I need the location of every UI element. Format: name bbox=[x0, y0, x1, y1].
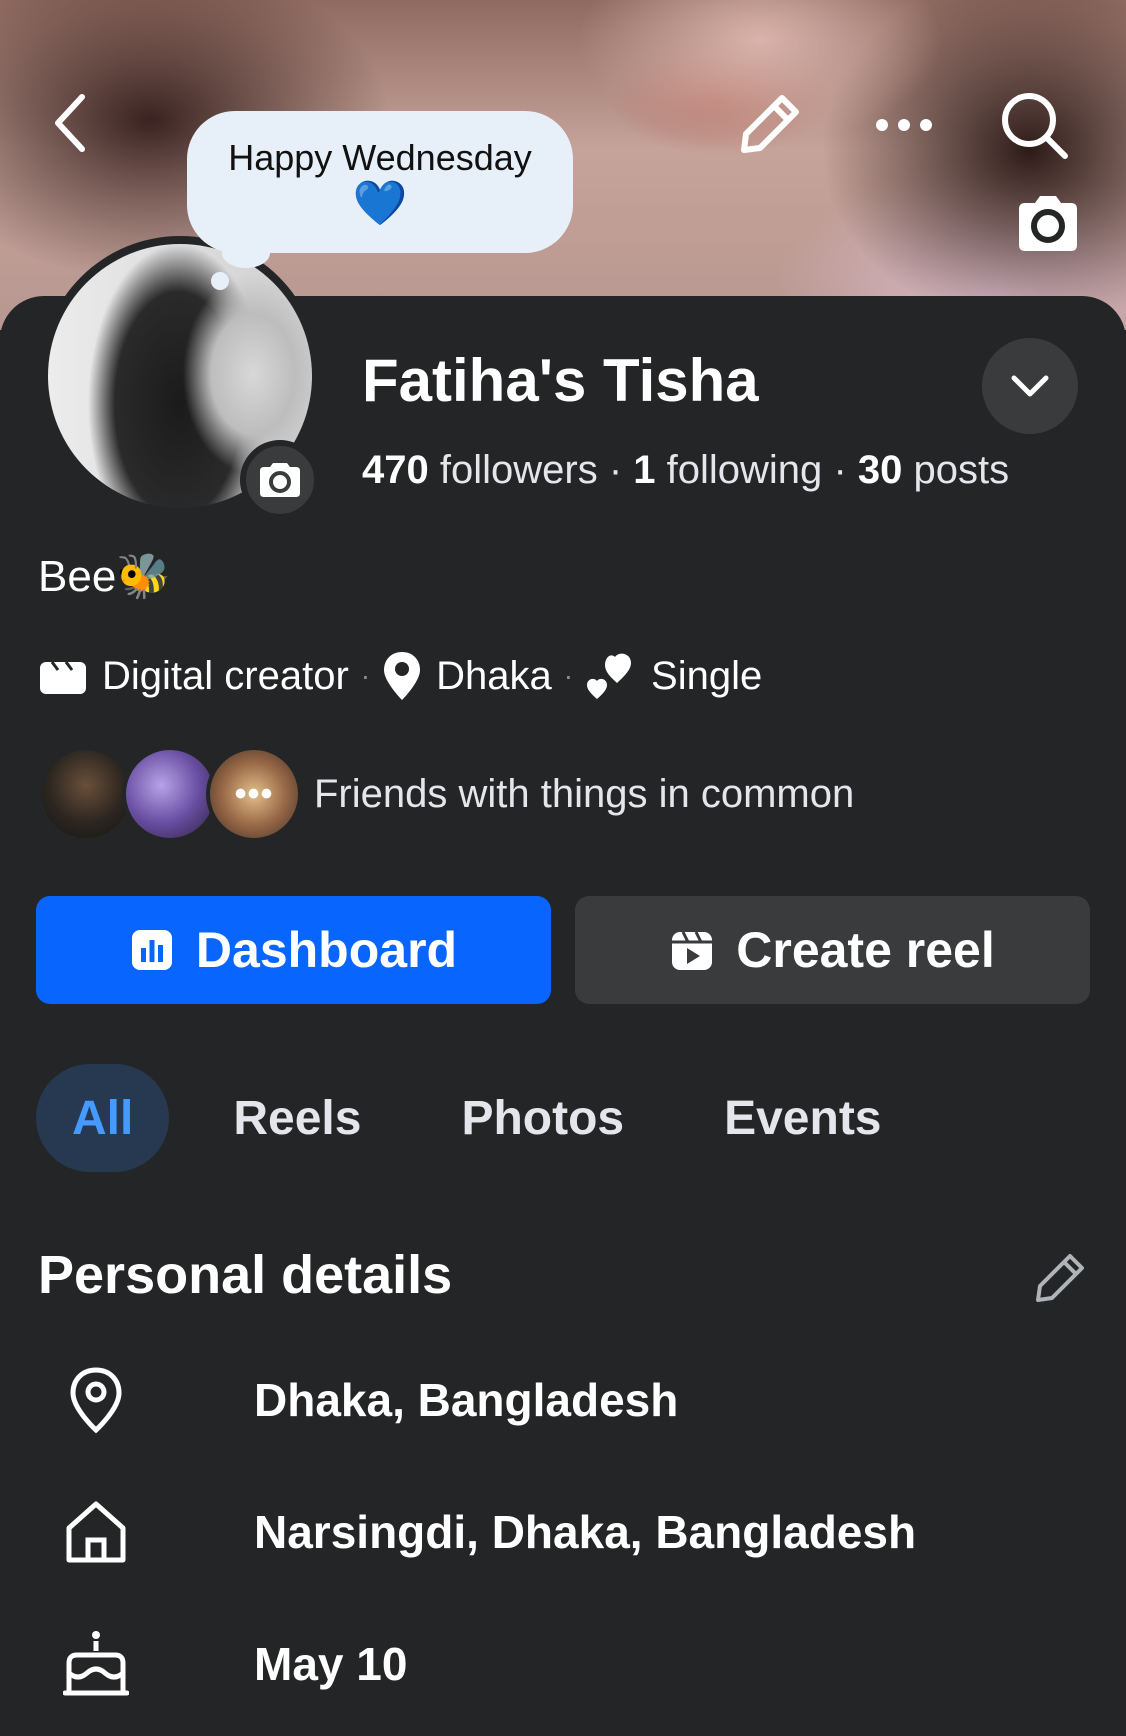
clapperboard-icon bbox=[40, 661, 86, 694]
tab-all[interactable]: All bbox=[36, 1064, 170, 1172]
followers-count: 470 bbox=[362, 448, 429, 492]
following-label: following bbox=[666, 448, 823, 492]
camera-icon bbox=[260, 463, 300, 497]
pencil-icon bbox=[741, 95, 799, 153]
friend-avatar bbox=[122, 746, 218, 842]
relationship-item: Single bbox=[585, 651, 762, 701]
meta-separator: · bbox=[360, 660, 371, 691]
detail-text: Dhaka, Bangladesh bbox=[254, 1374, 679, 1426]
stats-separator: · bbox=[608, 448, 634, 492]
category-item: Digital creator bbox=[38, 654, 349, 699]
profile-bio: Bee🐝 bbox=[38, 552, 172, 601]
posts-count-group: 30 posts bbox=[858, 448, 1009, 492]
edit-profile-button[interactable] bbox=[735, 86, 805, 162]
tab-events[interactable]: Events bbox=[688, 1064, 917, 1172]
detail-current-city: Dhaka, Bangladesh bbox=[60, 1360, 678, 1440]
friend-avatar: ••• bbox=[206, 746, 302, 842]
dashboard-chart-icon bbox=[131, 930, 172, 970]
note-text: Happy Wednesday bbox=[228, 137, 532, 178]
chevron-left-icon bbox=[55, 94, 85, 152]
more-dots-icon bbox=[876, 119, 932, 131]
relationship-text: Single bbox=[651, 653, 763, 698]
location-pin-icon bbox=[384, 652, 421, 700]
chevron-down-icon bbox=[1011, 375, 1049, 397]
friends-overflow-dots: ••• bbox=[234, 774, 274, 813]
mutual-friends-row[interactable]: ••• Friends with things in common bbox=[38, 746, 854, 842]
camera-icon bbox=[1019, 196, 1077, 251]
tab-reels[interactable]: Reels bbox=[197, 1064, 397, 1172]
more-options-button[interactable] bbox=[868, 100, 940, 150]
note-bubble-tail-dot bbox=[211, 272, 229, 290]
stats-separator: · bbox=[833, 448, 858, 492]
edit-cover-photo-button[interactable] bbox=[1013, 193, 1083, 253]
create-reel-button[interactable]: Create reel bbox=[575, 896, 1090, 1004]
profile-intro-meta: Digital creator · Dhaka · Single bbox=[38, 648, 762, 704]
note-emoji: 💙 bbox=[352, 179, 408, 228]
search-button[interactable] bbox=[995, 86, 1075, 166]
back-button[interactable] bbox=[40, 88, 100, 158]
profile-note[interactable]: Happy Wednesday 💙 bbox=[187, 111, 573, 253]
following-link[interactable]: 1 following bbox=[633, 448, 822, 492]
pencil-icon bbox=[1036, 1254, 1084, 1302]
edit-personal-details-button[interactable] bbox=[1030, 1248, 1090, 1308]
friend-avatar bbox=[38, 746, 134, 842]
detail-hometown: Narsingdi, Dhaka, Bangladesh bbox=[60, 1492, 916, 1572]
friends-text: Friends with things in common bbox=[314, 771, 855, 816]
detail-birthday: May 10 bbox=[60, 1624, 407, 1704]
posts-count: 30 bbox=[857, 448, 903, 492]
action-buttons: Dashboard Create reel bbox=[36, 896, 1090, 1004]
edit-avatar-button[interactable] bbox=[240, 440, 320, 520]
profile-switcher-button[interactable] bbox=[982, 338, 1078, 434]
dashboard-label: Dashboard bbox=[195, 922, 458, 978]
profile-tabs: All Reels Photos Events bbox=[36, 1064, 946, 1172]
followers-link[interactable]: 470 followers bbox=[362, 448, 598, 492]
detail-text: May 10 bbox=[254, 1638, 408, 1690]
followers-label: followers bbox=[439, 448, 598, 492]
reel-icon bbox=[672, 931, 713, 970]
location-item: Dhaka bbox=[382, 650, 552, 702]
home-icon bbox=[60, 1492, 132, 1572]
location-text: Dhaka bbox=[436, 653, 552, 698]
category-text: Digital creator bbox=[102, 653, 349, 698]
detail-text: Narsingdi, Dhaka, Bangladesh bbox=[254, 1506, 917, 1558]
profile-name: Fatiha's Tisha bbox=[362, 347, 759, 414]
posts-label: posts bbox=[913, 448, 1010, 492]
search-icon bbox=[1002, 93, 1068, 159]
profile-stats: 470 followers · 1 following · 30 posts bbox=[362, 448, 1009, 493]
location-pin-icon bbox=[60, 1360, 132, 1440]
dashboard-button[interactable]: Dashboard bbox=[36, 896, 551, 1004]
create-reel-label: Create reel bbox=[736, 922, 995, 978]
tab-photos[interactable]: Photos bbox=[425, 1064, 660, 1172]
hearts-icon bbox=[587, 653, 632, 699]
following-count: 1 bbox=[633, 448, 656, 492]
birthday-cake-icon bbox=[60, 1624, 132, 1704]
personal-details-title: Personal details bbox=[38, 1245, 453, 1305]
meta-separator: · bbox=[563, 660, 574, 691]
